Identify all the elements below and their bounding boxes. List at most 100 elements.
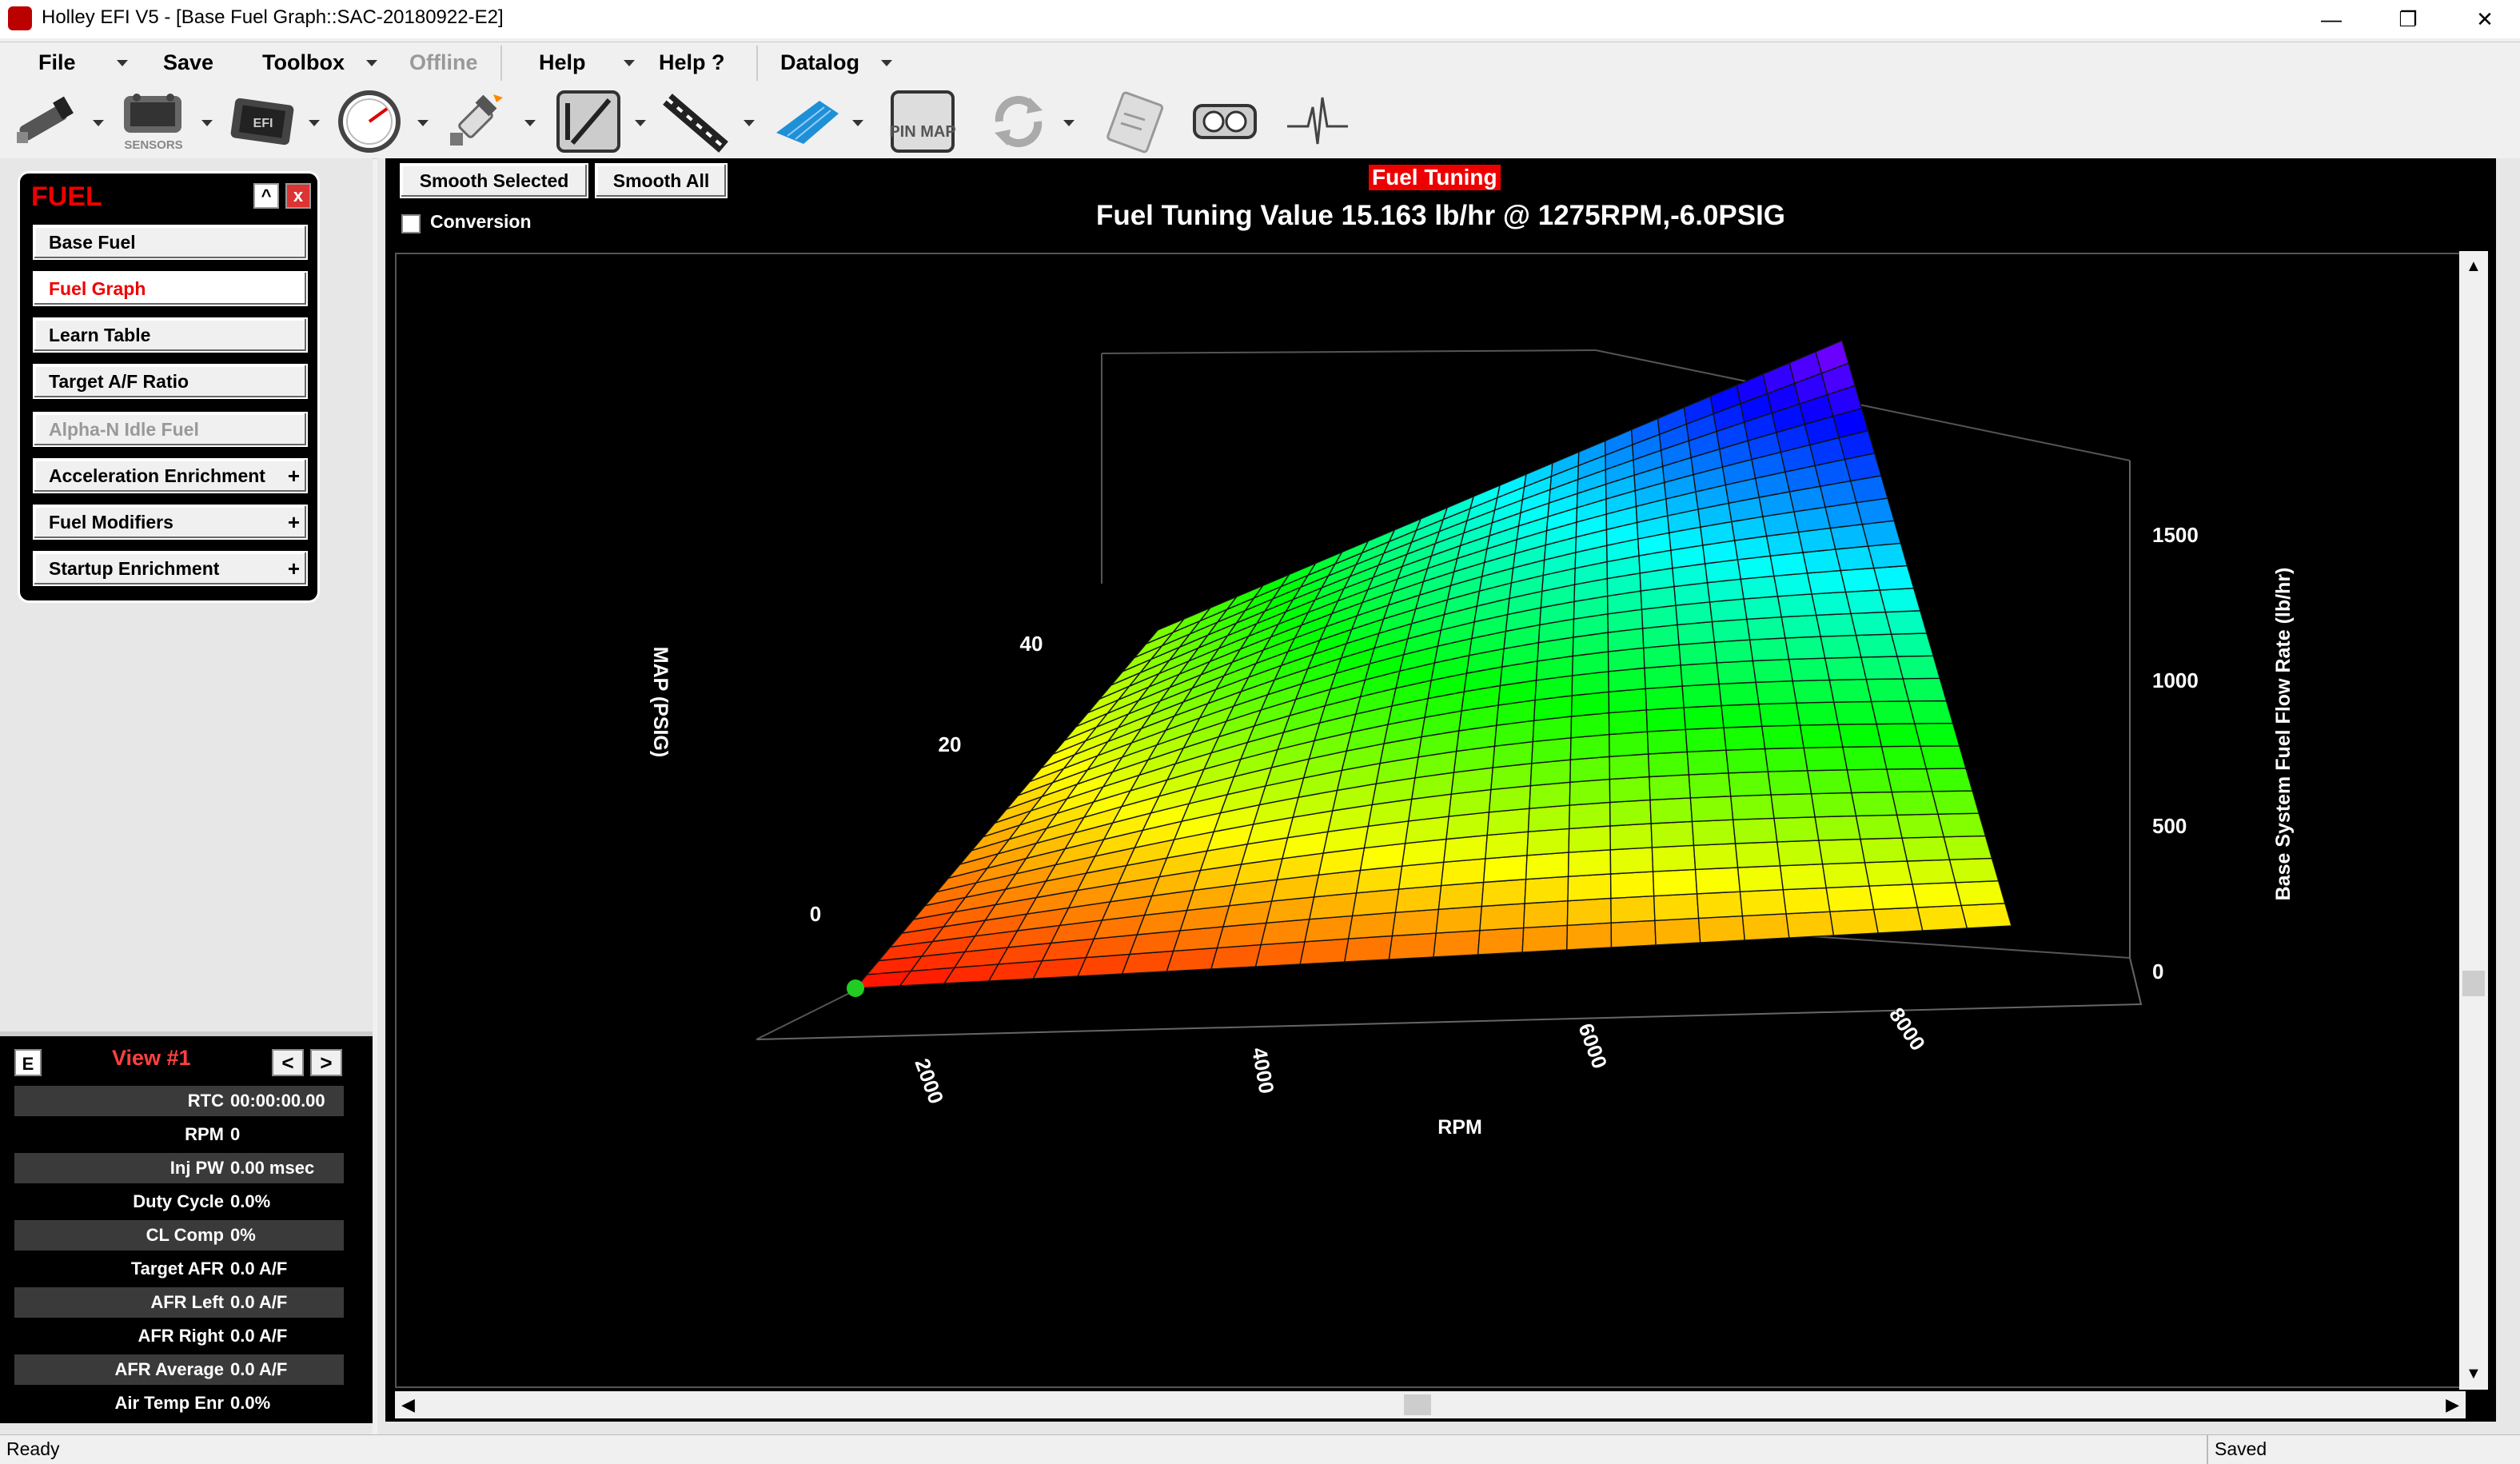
surface-cell[interactable]: [1570, 712, 1610, 739]
surface-cell[interactable]: [1896, 655, 1941, 680]
surface-cell[interactable]: [1815, 612, 1857, 637]
surface-cell[interactable]: [1691, 819, 1736, 847]
surface-cell[interactable]: [1685, 727, 1727, 753]
surface-cell[interactable]: [1954, 880, 2006, 907]
surface-cell[interactable]: [1649, 797, 1693, 824]
surface-cell[interactable]: [1761, 724, 1805, 750]
surface-cell[interactable]: [1810, 792, 1857, 818]
file-caret-icon[interactable]: [117, 60, 128, 66]
surface-cell[interactable]: [1566, 922, 1613, 951]
surface-cell[interactable]: [1728, 771, 1772, 797]
3d-surface-plot[interactable]: RPM MAP (PSIG) Base System Fuel Flow Rat…: [395, 253, 2464, 1388]
wiring-caret-icon[interactable]: [744, 120, 755, 126]
slash-icon[interactable]: [550, 90, 627, 153]
sensors-icon[interactable]: SENSORS: [115, 91, 192, 152]
surface-cell[interactable]: [1569, 756, 1611, 784]
surface-cell[interactable]: [1608, 667, 1646, 693]
surface-cell[interactable]: [1569, 778, 1611, 806]
surface-cell[interactable]: [1485, 831, 1529, 860]
surface-cell[interactable]: [1693, 843, 1739, 871]
scroll-right-icon[interactable]: ▶: [2446, 1394, 2459, 1415]
surface-cell[interactable]: [1948, 857, 2000, 884]
nav-learn-table[interactable]: Learn Table: [33, 317, 308, 353]
surface-cell[interactable]: [1688, 772, 1732, 799]
toolbox-caret-icon[interactable]: [366, 60, 377, 66]
gauge-caret-icon[interactable]: [417, 120, 429, 126]
surface-cell[interactable]: [1568, 825, 1612, 853]
surface-cell[interactable]: [1821, 862, 1870, 889]
surface-cell[interactable]: [1806, 569, 1847, 595]
gauge-icon[interactable]: [331, 90, 408, 153]
minimize-button[interactable]: —: [2295, 0, 2368, 38]
surface-cell[interactable]: [1739, 888, 1787, 917]
scroll-thumb[interactable]: [1404, 1394, 1431, 1415]
surface-cell[interactable]: [1608, 709, 1649, 736]
surface-cell[interactable]: [1567, 849, 1612, 877]
surface-cell[interactable]: [1440, 858, 1486, 887]
surface-cell[interactable]: [1479, 903, 1525, 931]
surface-cell[interactable]: [1785, 911, 1835, 939]
surface-cell[interactable]: [1697, 915, 1746, 943]
surface-cell[interactable]: [1802, 549, 1842, 574]
surface-cell[interactable]: [1796, 701, 1840, 726]
injector-caret-icon[interactable]: [93, 120, 104, 126]
surface-cell[interactable]: [1840, 567, 1881, 593]
surface-cell[interactable]: [1683, 704, 1725, 731]
surface-cell[interactable]: [1526, 828, 1570, 856]
surface-cell[interactable]: [1680, 662, 1720, 687]
surface-cell[interactable]: [1876, 723, 1921, 748]
surface-cell[interactable]: [1569, 733, 1610, 760]
surface-cell[interactable]: [1891, 791, 1939, 816]
surface-cell[interactable]: [1872, 907, 1924, 934]
surface-cell[interactable]: [1608, 688, 1648, 714]
prev-view-button[interactable]: <: [272, 1049, 304, 1076]
graph-caret-icon[interactable]: [852, 120, 863, 126]
surface-cell[interactable]: [1886, 768, 1933, 793]
surface-cell[interactable]: [1743, 596, 1783, 620]
surface-cell[interactable]: [1846, 768, 1893, 794]
surface-cell[interactable]: [1937, 812, 1987, 838]
surface-cell[interactable]: [1521, 924, 1569, 953]
surface-cell[interactable]: [1758, 702, 1801, 728]
edit-view-button[interactable]: E: [14, 1049, 42, 1076]
surface-cell[interactable]: [1433, 929, 1481, 958]
selected-cell-marker[interactable]: [847, 979, 864, 997]
surface-cell[interactable]: [1782, 887, 1831, 915]
surface-cell[interactable]: [1609, 799, 1652, 827]
surface-cell[interactable]: [1850, 611, 1892, 636]
surface-cell[interactable]: [1770, 792, 1816, 820]
surface-cell[interactable]: [1645, 685, 1685, 711]
surface-cell[interactable]: [1678, 641, 1718, 666]
surface-cell[interactable]: [1677, 620, 1716, 646]
menu-help-question[interactable]: Help ?: [659, 50, 725, 75]
surface-cell[interactable]: [1609, 776, 1651, 804]
scroll-down-icon[interactable]: ▼: [2466, 1365, 2482, 1383]
surface-cell[interactable]: [1920, 745, 1967, 770]
close-panel-button[interactable]: x: [285, 183, 311, 209]
datalog-caret-icon[interactable]: [881, 60, 892, 66]
surface-cell[interactable]: [1486, 808, 1530, 836]
surface-cell[interactable]: [1837, 723, 1883, 748]
surface-cell[interactable]: [1855, 814, 1903, 840]
surface-cell[interactable]: [1725, 748, 1769, 774]
collapse-button[interactable]: ^: [253, 183, 279, 209]
surface-chart[interactable]: RPM MAP (PSIG) Base System Fuel Flow Rat…: [397, 254, 2462, 1386]
menu-toolbox[interactable]: Toolbox: [262, 50, 345, 75]
surface-cell[interactable]: [1748, 637, 1790, 662]
notepad-icon[interactable]: [1097, 91, 1174, 154]
surface-cell[interactable]: [1890, 632, 1935, 657]
surface-cell[interactable]: [1773, 816, 1820, 843]
scroll-left-icon[interactable]: ◀: [401, 1394, 415, 1415]
surface-cell[interactable]: [1820, 634, 1862, 659]
surface-cell[interactable]: [1567, 873, 1612, 902]
surface-cell[interactable]: [1851, 791, 1898, 817]
surface-cell[interactable]: [1609, 753, 1650, 780]
surface-cell[interactable]: [1776, 593, 1817, 618]
surface-cell[interactable]: [1529, 781, 1571, 809]
surface-cell[interactable]: [1767, 770, 1812, 796]
surface-cell[interactable]: [1654, 917, 1701, 946]
surface-cell[interactable]: [1925, 768, 1974, 792]
surface-cell[interactable]: [1880, 745, 1928, 770]
surface-cell[interactable]: [1681, 683, 1722, 708]
surface-cell[interactable]: [1723, 725, 1766, 751]
